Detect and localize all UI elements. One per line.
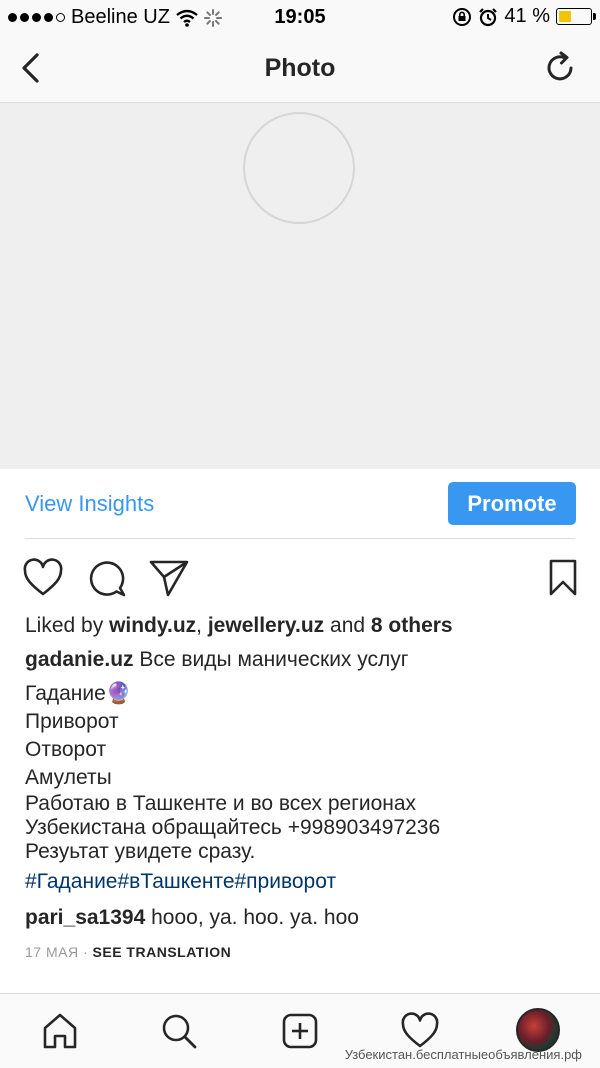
battery-level: [559, 11, 571, 22]
post-details: Liked by windy.uz, jewellery.uz and 8 ot…: [25, 612, 585, 966]
see-translation-link[interactable]: SEE TRANSLATION: [93, 944, 232, 960]
refresh-icon[interactable]: [542, 50, 578, 86]
liker-link[interactable]: jewellery.uz: [208, 614, 324, 637]
caption-line: Амулеты: [25, 766, 112, 789]
caption-line: Приворот: [25, 710, 119, 733]
caption-line: Узбекистана обращайтесь +998903497236: [25, 816, 441, 839]
caption-first-line: Все виды манических услуг: [133, 648, 409, 671]
send-icon[interactable]: [148, 558, 190, 598]
view-insights-link[interactable]: View Insights: [25, 491, 154, 517]
divider: [25, 538, 575, 539]
alarm-icon: [479, 7, 498, 26]
comment: pari_sa1394 hooo, ya. hoo. ya. hoo: [25, 904, 585, 932]
caption-line: Отворот: [25, 738, 107, 761]
action-row: [0, 558, 600, 600]
status-bar: Beeline UZ 19:05 41 %: [0, 0, 600, 34]
nav-bar: Photo: [0, 34, 600, 103]
loading-spinner: [243, 112, 355, 224]
caption: gadanie.uz Все виды манических услуг Гад…: [25, 646, 585, 896]
profile-avatar[interactable]: [516, 1008, 560, 1052]
battery-icon: [556, 8, 596, 25]
caption-hashtags[interactable]: #Гадание#вТашкенте#приворот: [25, 868, 585, 896]
likes-and: and: [324, 614, 371, 637]
liker-link[interactable]: windy.uz: [109, 614, 196, 637]
caption-line: Резуьтат увидете сразу.: [25, 840, 256, 863]
battery-percent: 41 %: [504, 5, 550, 27]
bookmark-icon[interactable]: [546, 558, 580, 598]
post-meta: 17 МАЯ · SEE TRANSLATION: [25, 938, 585, 966]
watermark: Узбекистан.бесплатныеобъявления.рф: [344, 1047, 582, 1062]
home-icon[interactable]: [41, 1012, 79, 1050]
caption-username[interactable]: gadanie.uz: [25, 648, 134, 671]
likes-others-link[interactable]: 8 others: [371, 614, 453, 637]
orientation-lock-icon: [453, 7, 472, 26]
add-icon[interactable]: [281, 1012, 319, 1050]
meta-separator: ·: [78, 944, 93, 960]
likes-sep: ,: [196, 614, 208, 637]
promote-button[interactable]: Promote: [448, 482, 576, 525]
photo-area[interactable]: [0, 103, 600, 469]
caption-line: Гадание🔮: [25, 682, 132, 705]
insights-row: View Insights Promote: [0, 469, 600, 539]
likes-line: Liked by windy.uz, jewellery.uz and 8 ot…: [25, 612, 585, 640]
post-date: 17 МАЯ: [25, 944, 79, 960]
comment-icon[interactable]: [86, 558, 128, 598]
activity-heart-icon[interactable]: [400, 1012, 440, 1050]
page-title: Photo: [264, 54, 336, 82]
caption-line: Работаю в Ташкенте и во всех регионах: [25, 792, 417, 815]
status-right: 41 %: [452, 5, 596, 28]
likes-prefix: Liked by: [25, 614, 110, 637]
heart-icon[interactable]: [22, 558, 64, 598]
search-icon[interactable]: [160, 1012, 198, 1050]
comment-username[interactable]: pari_sa1394: [25, 906, 145, 929]
comment-text: hooo, ya. hoo. ya. hoo: [145, 906, 359, 929]
